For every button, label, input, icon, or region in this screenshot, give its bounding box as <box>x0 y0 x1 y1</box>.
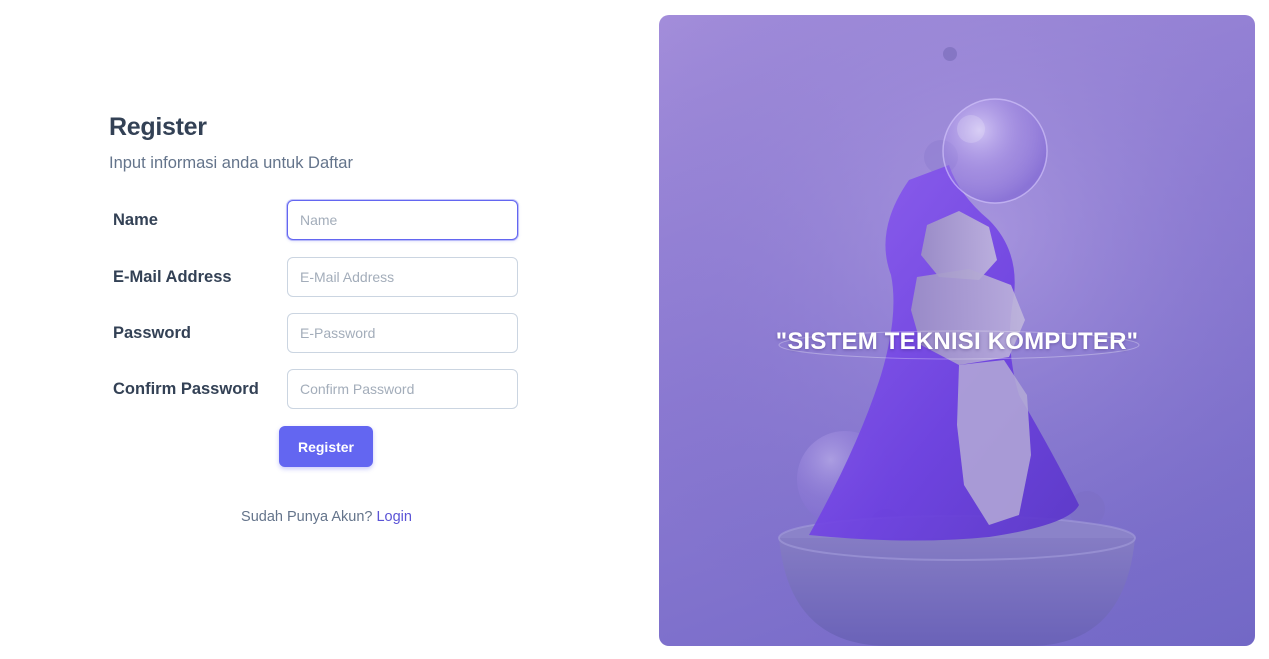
confirm-password-label: Confirm Password <box>113 379 259 398</box>
hero-tagline: "SISTEM TEKNISI KOMPUTER" <box>775 328 1139 355</box>
register-page: Register Input informasi anda untuk Daft… <box>0 0 1269 659</box>
register-form: Register Input informasi anda untuk Daft… <box>109 112 529 467</box>
login-link[interactable]: Login <box>376 509 411 525</box>
page-subtitle: Input informasi anda untuk Daftar <box>109 154 353 172</box>
confirm-password-input[interactable] <box>287 369 518 409</box>
hero-image-panel: "SISTEM TEKNISI KOMPUTER" <box>659 15 1255 646</box>
name-row: Name <box>113 200 518 240</box>
email-row: E-Mail Address <box>113 257 518 297</box>
email-label: E-Mail Address <box>113 267 232 286</box>
password-input[interactable] <box>287 313 518 353</box>
login-prompt: Sudah Punya Akun? Login <box>109 509 544 525</box>
name-input[interactable] <box>287 200 518 240</box>
email-input[interactable] <box>287 257 518 297</box>
password-label: Password <box>113 323 191 342</box>
name-label: Name <box>113 210 158 229</box>
page-title: Register <box>109 113 207 141</box>
password-row: Password <box>113 313 518 353</box>
register-button[interactable]: Register <box>279 426 373 467</box>
confirm-password-row: Confirm Password <box>113 369 518 409</box>
login-prompt-text: Sudah Punya Akun? <box>241 509 373 525</box>
